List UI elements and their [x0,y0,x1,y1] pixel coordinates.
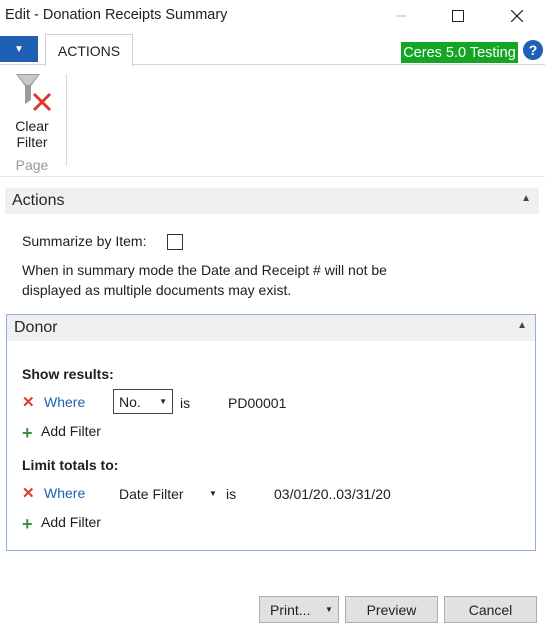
environment-badge: Ceres 5.0 Testing [401,42,518,63]
add-filter-link[interactable]: Add Filter [41,514,101,530]
filter-operator: is [180,395,191,411]
filter-value[interactable]: PD00001 [228,395,286,411]
app-menu-button[interactable]: ▼ [0,36,38,62]
ribbon-bottom-divider [0,176,545,177]
summary-note-line1: When in summary mode the Date and Receip… [22,262,387,278]
help-icon[interactable]: ? [523,40,543,60]
donor-section-header[interactable]: Donor ▲ [7,315,535,341]
summarize-by-item-label: Summarize by Item: [22,233,147,249]
chevron-up-icon[interactable]: ▲ [521,193,531,204]
print-button[interactable]: Print... ▼ [259,596,339,623]
where-link[interactable]: Where [44,485,85,501]
dropdown-arrow-icon[interactable]: ▼ [209,489,217,498]
tab-actions[interactable]: ACTIONS [45,34,133,66]
maximize-icon [452,10,464,22]
donor-section-title: Donor [14,319,58,336]
clear-filter-label-line1: Clear [15,118,49,134]
limit-value[interactable]: 03/01/20..03/31/20 [274,486,391,502]
limit-operator: is [226,486,237,502]
summarize-by-item-checkbox[interactable] [167,234,183,250]
actions-section-header[interactable]: Actions ▲ [5,188,539,214]
remove-filter-icon[interactable]: ✕ [22,484,35,502]
limit-totals-label: Limit totals to: [22,457,119,473]
ribbon-group-label: Page [15,157,49,173]
dropdown-arrow-icon[interactable]: ▼ [320,597,338,622]
print-button-label: Print... [270,601,311,618]
cancel-button[interactable]: Cancel [444,596,537,623]
filter-field-select[interactable]: No. ▼ [113,389,173,414]
clear-filter-label-line2: Filter [16,134,48,150]
add-filter-link[interactable]: Add Filter [41,423,101,439]
add-filter-icon[interactable]: + [22,424,33,442]
actions-section-title: Actions [12,192,65,209]
filter-field-value: No. [119,393,141,410]
maximize-button[interactable] [435,0,481,32]
ribbon-group-divider [66,74,67,166]
where-link[interactable]: Where [44,394,85,410]
minimize-button[interactable] [378,0,424,32]
clear-filter-label[interactable]: Clear Filter [8,118,56,150]
chevron-up-icon[interactable]: ▲ [517,320,527,331]
window-title: Edit - Donation Receipts Summary [5,7,228,23]
dropdown-arrow-icon: ▼ [159,397,167,406]
preview-button[interactable]: Preview [345,596,438,623]
remove-filter-icon[interactable]: ✕ [22,393,35,411]
add-filter-icon[interactable]: + [22,515,33,533]
clear-filter-icon [16,74,52,112]
limit-field-select[interactable]: Date Filter [119,486,184,502]
show-results-label: Show results: [22,366,114,382]
summary-note-line2: displayed as multiple documents may exis… [22,282,292,298]
minimize-icon [396,15,406,17]
close-button[interactable] [494,0,540,32]
close-icon [511,10,523,22]
clear-filter-button[interactable] [10,72,54,119]
chevron-down-icon: ▼ [14,43,24,55]
